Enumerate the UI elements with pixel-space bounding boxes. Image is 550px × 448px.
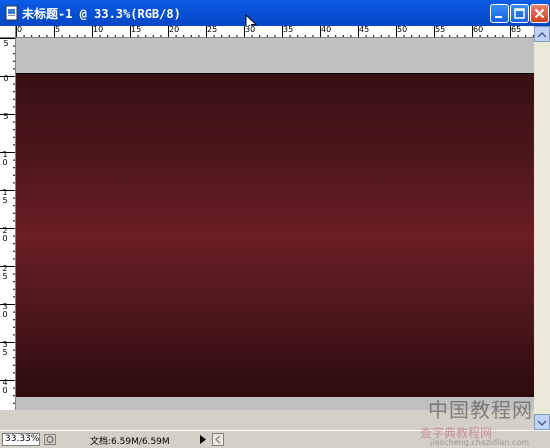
watermark-title: 中国教程网 <box>428 398 533 422</box>
horizontal-ruler[interactable]: 0 5 10 15 20 25 30 35 40 45 50 55 60 65 <box>16 26 534 38</box>
maximize-icon <box>514 8 525 19</box>
ruler-label: 20 <box>2 226 8 243</box>
ruler-label: 65 <box>511 26 522 34</box>
ruler-label: 60 <box>473 26 484 34</box>
ruler-label: 0 <box>3 74 9 83</box>
ruler-label: 50 <box>397 26 408 34</box>
zoom-level-field[interactable]: 33.33% <box>2 433 40 446</box>
ruler-label: 10 <box>2 150 8 167</box>
ruler-label: 40 <box>321 26 332 34</box>
document-window: 未标题-1 @ 33.3%(RGB/8) 0 5 10 15 20 25 30 … <box>0 0 550 448</box>
arrow-up-icon <box>537 31 547 38</box>
vertical-scrollbar[interactable] <box>534 26 550 430</box>
ruler-label: 30 <box>245 26 256 34</box>
close-button[interactable] <box>530 4 549 23</box>
window-title: 未标题-1 @ 33.3%(RGB/8) <box>22 7 181 21</box>
ruler-label: 25 <box>2 264 8 281</box>
minimize-icon <box>495 16 502 18</box>
ruler-label: 35 <box>283 26 294 34</box>
ruler-label: 5 <box>3 112 9 121</box>
document-info-icon[interactable] <box>44 434 56 445</box>
scroll-up-button[interactable] <box>534 26 550 42</box>
vertical-ruler[interactable]: 5 0 5 10 15 20 25 30 35 40 <box>0 38 16 410</box>
photoshop-doc-icon <box>5 5 18 21</box>
ruler-label: 20 <box>169 26 180 34</box>
title-bar[interactable]: 未标题-1 @ 33.3%(RGB/8) <box>0 0 550 32</box>
scroll-left-button[interactable] <box>212 433 224 446</box>
ruler-label: 5 <box>55 26 61 34</box>
ruler-label: 10 <box>93 26 104 34</box>
ruler-label: 40 <box>2 378 8 395</box>
watermark-url: jiaocheng.chazidian.com <box>430 438 530 447</box>
document-size: 文档:6.59M/6.59M <box>90 437 170 447</box>
maximize-button[interactable] <box>510 4 529 23</box>
ruler-label: 0 <box>17 26 23 34</box>
ruler-label: 30 <box>2 302 8 319</box>
ruler-label: 15 <box>131 26 142 34</box>
ruler-label: 15 <box>2 188 8 205</box>
ruler-label: 35 <box>2 340 8 357</box>
document-canvas[interactable] <box>16 73 534 397</box>
ruler-label: 25 <box>207 26 218 34</box>
watermark: 中国教程网 查字典教程网 jiaocheng.chazidian.com <box>420 394 550 448</box>
ruler-label: 45 <box>359 26 370 34</box>
ruler-label: 55 <box>435 26 446 34</box>
minimize-button[interactable] <box>490 4 509 23</box>
play-arrow-icon[interactable] <box>198 434 208 445</box>
ruler-label: 5 <box>3 39 9 48</box>
ruler-origin[interactable] <box>0 26 16 38</box>
close-icon <box>534 8 545 19</box>
arrow-left-icon <box>215 435 221 444</box>
